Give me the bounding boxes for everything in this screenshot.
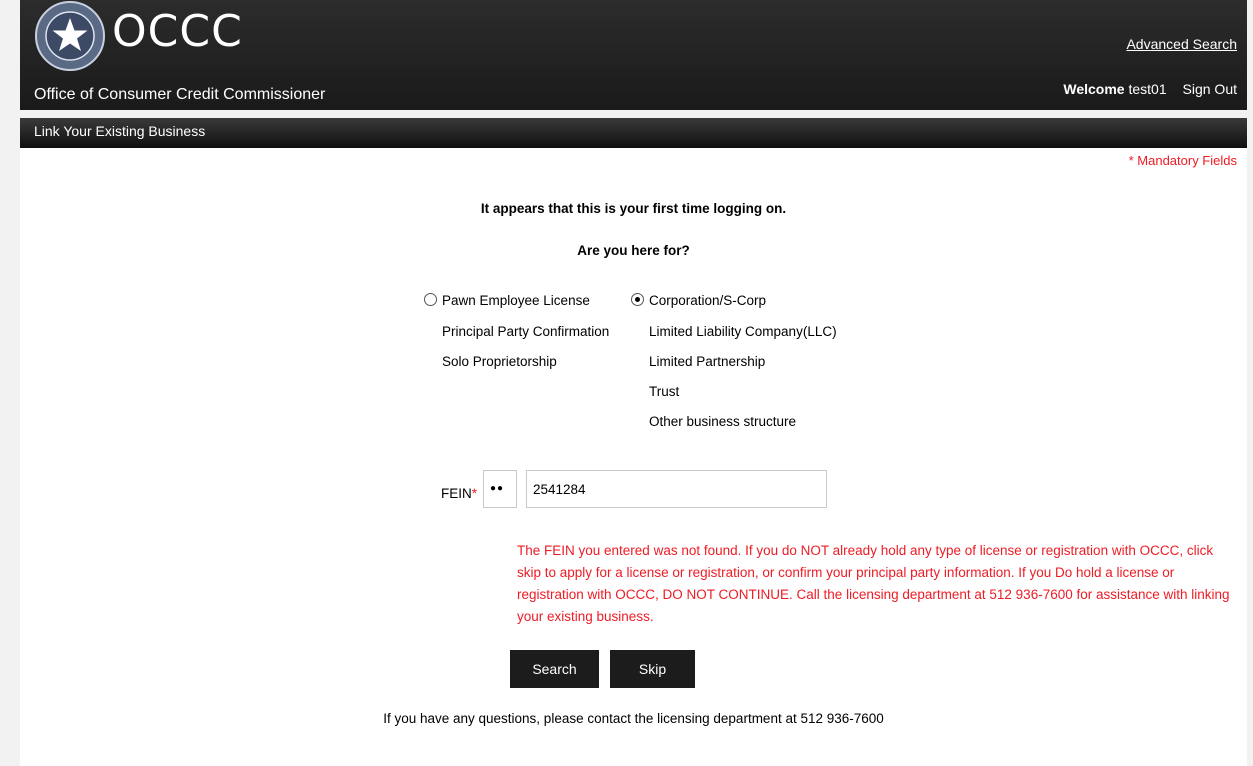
fein-prefix-field[interactable]: ●● bbox=[483, 470, 517, 508]
org-name: Office of Consumer Credit Commissioner bbox=[34, 86, 326, 103]
option-trust-label: Trust bbox=[649, 384, 680, 399]
skip-button[interactable]: Skip bbox=[610, 650, 695, 688]
option-other-structure-label: Other business structure bbox=[649, 414, 797, 429]
advanced-search-link[interactable]: Advanced Search bbox=[1126, 36, 1237, 52]
texas-seal-icon bbox=[35, 1, 105, 71]
option-llc-label: Limited Liability Company(LLC) bbox=[649, 324, 837, 339]
occc-logo-text: OCCC bbox=[112, 6, 243, 57]
fein-required-mark: * bbox=[471, 486, 478, 501]
radio-pawn-employee[interactable] bbox=[424, 293, 437, 306]
username: test01 bbox=[1128, 81, 1167, 97]
option-principal-party-label: Principal Party Confirmation bbox=[442, 324, 610, 339]
fein-label-text: FEIN bbox=[441, 486, 472, 501]
sign-out-link[interactable]: Sign Out bbox=[1183, 81, 1237, 97]
purpose-question: Are you here for? bbox=[577, 243, 690, 258]
main-content: * Mandatory Fields It appears that this … bbox=[20, 148, 1247, 766]
page-title-bar: Link Your Existing Business bbox=[20, 118, 1247, 148]
option-limited-partnership-label: Limited Partnership bbox=[649, 354, 766, 369]
search-button[interactable]: Search bbox=[510, 650, 599, 688]
contact-note: If you have any questions, please contac… bbox=[383, 711, 884, 726]
option-corporation-label[interactable]: Corporation/S-Corp bbox=[649, 293, 766, 308]
option-solo-proprietorship-label: Solo Proprietorship bbox=[442, 354, 557, 369]
site-header: OCCC Office of Consumer Credit Commissio… bbox=[20, 0, 1247, 110]
page-title: Link Your Existing Business bbox=[34, 123, 206, 139]
welcome-label: Welcome bbox=[1063, 81, 1125, 97]
user-welcome: Welcome test01 Sign Out bbox=[1063, 81, 1237, 97]
first-login-headline: It appears that this is your first time … bbox=[480, 201, 787, 216]
fein-input[interactable] bbox=[526, 470, 827, 508]
fein-not-found-error: The FEIN you entered was not found. If y… bbox=[517, 543, 1230, 624]
radio-corporation[interactable] bbox=[631, 293, 644, 306]
mandatory-fields-note: * Mandatory Fields bbox=[1128, 153, 1237, 168]
option-pawn-employee-label[interactable]: Pawn Employee License bbox=[442, 293, 590, 308]
fein-label: FEIN* bbox=[441, 486, 477, 501]
